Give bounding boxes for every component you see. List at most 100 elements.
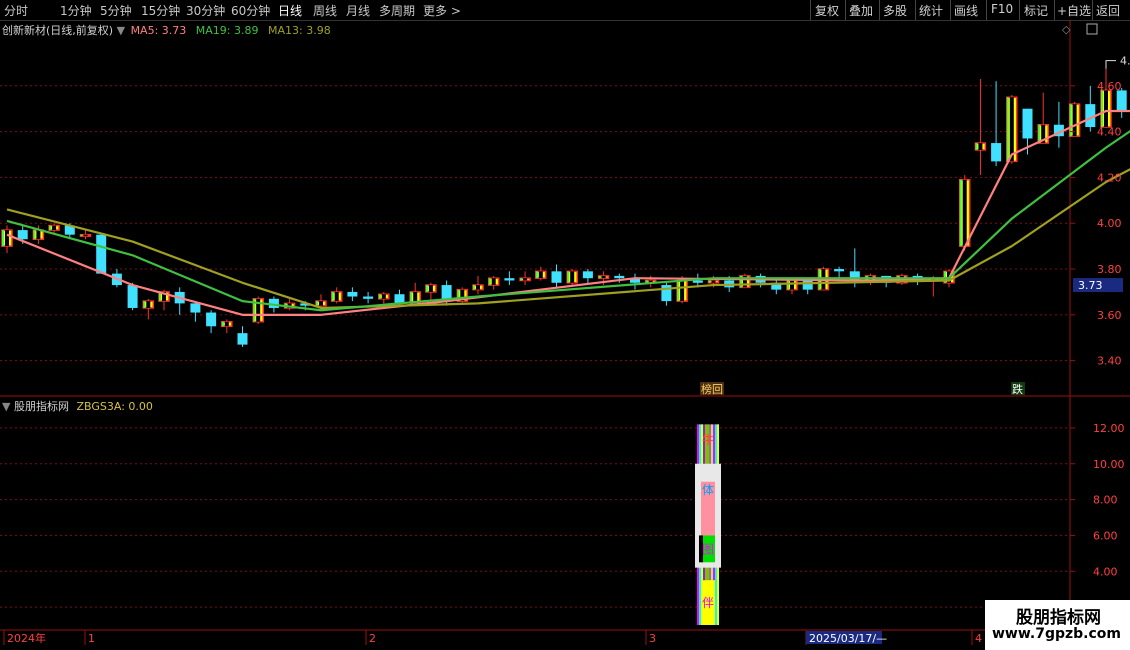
candles-layer bbox=[1, 60, 1127, 347]
candle-body bbox=[834, 269, 845, 272]
candle-body-inner bbox=[1104, 90, 1108, 128]
y-tick-label: 4.60 bbox=[1097, 80, 1122, 93]
indicator-tick-label: 6.00 bbox=[1093, 529, 1118, 542]
candle-body-edge bbox=[1101, 90, 1103, 128]
indicator-legend: ▼ 股朋指标网 ZBGS3A: 0.00 bbox=[2, 398, 153, 414]
candle-body bbox=[551, 271, 562, 283]
indicator-panel: 牛体图伴 bbox=[0, 424, 1070, 625]
candle-body-inner bbox=[476, 285, 480, 290]
indicator-char: 图 bbox=[702, 542, 714, 556]
date-label: 1 bbox=[88, 632, 95, 645]
candle-body-inner bbox=[381, 294, 386, 299]
date-label: 2025/03/17/— bbox=[809, 632, 887, 645]
candle-body-edge bbox=[488, 278, 491, 286]
indicator-tick-label: 8.00 bbox=[1093, 494, 1118, 507]
y-tick-label: 4.00 bbox=[1097, 217, 1122, 230]
candle-body bbox=[802, 280, 813, 290]
candle-body-edge bbox=[1038, 124, 1041, 144]
candle-body-inner bbox=[428, 285, 433, 292]
y-tick-label: 4.40 bbox=[1097, 126, 1122, 139]
candle-body-edge bbox=[80, 234, 83, 237]
candle-body-inner bbox=[601, 275, 606, 279]
candle-body-edge bbox=[143, 301, 146, 308]
high-marker-line bbox=[1105, 60, 1116, 69]
candle-body bbox=[614, 275, 625, 279]
indicator-tick-label: 12.00 bbox=[1093, 422, 1125, 435]
indicator-char: 伴 bbox=[702, 596, 714, 610]
price-axis: 4.60 4.40 4.20 4.00 3.80 3.60 3.40 ◇ bbox=[1062, 23, 1122, 368]
candle-body-edge bbox=[331, 291, 334, 302]
window-icon bbox=[1086, 23, 1098, 35]
indicator-name: 股朋指标网 bbox=[13, 400, 69, 413]
y-tick-label: 3.40 bbox=[1097, 355, 1122, 368]
candle-body bbox=[991, 143, 1002, 162]
candle-body-inner bbox=[790, 280, 794, 290]
candle-body-edge bbox=[378, 294, 381, 299]
chart-grid bbox=[0, 20, 1130, 630]
candle-body-edge bbox=[33, 230, 36, 240]
candle-body bbox=[1022, 108, 1033, 139]
candle-body bbox=[504, 278, 515, 281]
candle-body bbox=[237, 333, 248, 345]
annotations: 3.734.713.34榜回跌 bbox=[700, 55, 1130, 396]
candle-body-inner bbox=[52, 225, 57, 231]
candle-body bbox=[96, 234, 107, 274]
date-label: 2024年 bbox=[7, 631, 46, 645]
candle-body-edge bbox=[975, 143, 978, 150]
candle-body-inner bbox=[5, 230, 9, 247]
indicator-axis: 12.0010.008.006.004.002.00 bbox=[1070, 422, 1125, 614]
indicator-char: 牛 bbox=[702, 432, 714, 447]
price-chart[interactable]: 4.60 4.40 4.20 4.00 3.80 3.60 3.40 ◇ 牛体图伴 12.00… bbox=[0, 0, 1130, 650]
date-axis: 2024年 1 2 3 2025/03/17/— 4 bbox=[0, 629, 1130, 645]
watermark-url: www.7gpzb.com bbox=[992, 626, 1122, 642]
indicator-value: ZBGS3A: 0.00 bbox=[76, 400, 153, 413]
candle-body-edge bbox=[520, 278, 523, 281]
candle-body-edge bbox=[316, 301, 318, 306]
candle-body-inner bbox=[83, 234, 88, 237]
high-marker-label: 4.71 bbox=[1120, 55, 1130, 68]
candle-body-inner bbox=[491, 278, 496, 286]
event-badge-2: 跌 bbox=[1012, 382, 1023, 396]
candle-body bbox=[347, 291, 358, 297]
date-label: 4 bbox=[975, 632, 982, 645]
indicator-tick-label: 10.00 bbox=[1093, 458, 1125, 471]
diamond-icon: ◇ bbox=[1062, 23, 1071, 36]
candle-body-inner bbox=[962, 179, 967, 247]
event-badge-1: 榜回 bbox=[701, 382, 723, 396]
candle-body-inner bbox=[680, 280, 685, 302]
candle-body-edge bbox=[598, 275, 601, 279]
candle-body-edge bbox=[221, 321, 224, 327]
candle-body-inner bbox=[146, 301, 151, 308]
y-tick-label: 4.20 bbox=[1097, 171, 1122, 184]
watermark-title: 股朋指标网 bbox=[1016, 608, 1101, 628]
candle-body-edge bbox=[49, 225, 52, 231]
candle-body-edge bbox=[708, 280, 711, 283]
candle-body bbox=[692, 280, 703, 283]
candle-body bbox=[190, 303, 201, 313]
candle-body-edge bbox=[959, 179, 962, 247]
candle-body-edge bbox=[1006, 97, 1009, 162]
candle-body bbox=[1116, 90, 1127, 111]
candle-body-inner bbox=[711, 280, 716, 283]
candle-body bbox=[127, 285, 138, 308]
candle-body bbox=[206, 312, 217, 327]
collapse-icon[interactable]: ▼ bbox=[2, 400, 10, 413]
candle-body-edge bbox=[2, 230, 4, 247]
candle-body-inner bbox=[570, 271, 575, 283]
candle-body-inner bbox=[523, 278, 528, 281]
date-label: 2 bbox=[369, 632, 376, 645]
candle-body-inner bbox=[224, 321, 229, 327]
candle-body bbox=[363, 296, 374, 299]
indicator-char: 体 bbox=[702, 483, 714, 497]
candle-body-edge bbox=[787, 280, 789, 290]
candle-body-edge bbox=[567, 271, 570, 283]
candle-body-inner bbox=[36, 230, 41, 240]
candle-body-edge bbox=[425, 285, 428, 292]
date-label: 3 bbox=[649, 632, 656, 645]
indicator-tick-label: 4.00 bbox=[1093, 565, 1118, 578]
candle-body-edge bbox=[535, 271, 538, 279]
candle-body-inner bbox=[538, 271, 543, 279]
y-tick-label: 3.60 bbox=[1097, 309, 1122, 322]
candle-body-inner bbox=[319, 301, 323, 306]
candle-body-inner bbox=[334, 291, 339, 302]
